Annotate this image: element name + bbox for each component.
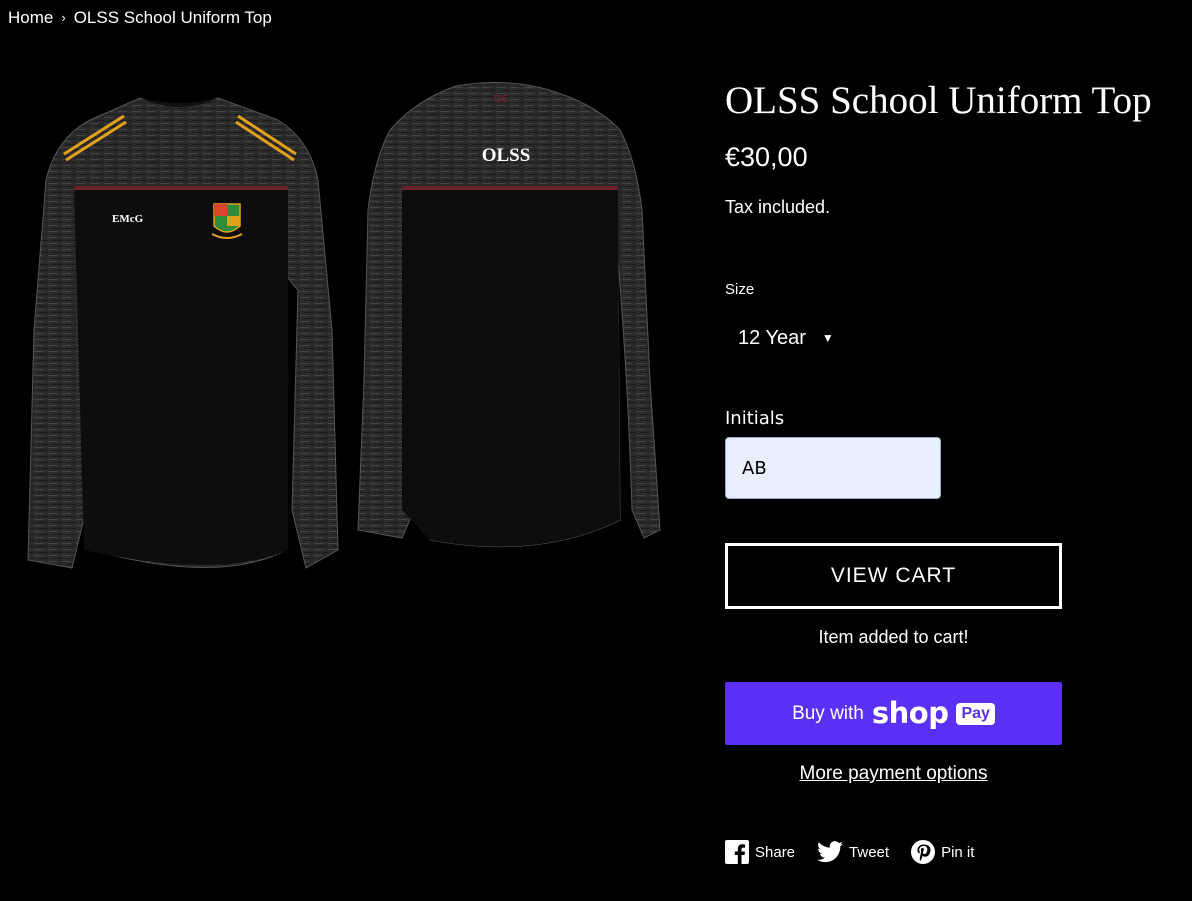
tweet-label: Tweet <box>849 843 890 861</box>
shop-pay-button[interactable]: Buy with shop Pay <box>725 682 1062 745</box>
more-payment-options-link[interactable]: More payment options <box>725 763 1062 785</box>
share-twitter-link[interactable]: Tweet <box>817 841 889 863</box>
size-selected-value: 12 Year <box>738 326 806 349</box>
dropdown-caret-icon: ▼ <box>821 331 834 345</box>
buy-with-label: Buy with <box>792 702 864 724</box>
added-to-cart-message: Item added to cart! <box>818 627 969 647</box>
back-olss-text: OLSS <box>482 145 531 166</box>
initials-input[interactable] <box>725 437 941 499</box>
product-price: €30,00 <box>725 142 808 172</box>
social-sharing: Share Tweet Pin it <box>725 840 974 864</box>
jersey-front: EMcG <box>27 97 339 569</box>
pay-badge: Pay <box>956 702 995 725</box>
jersey-back: DE OLSS <box>357 81 661 548</box>
view-cart-button[interactable]: VIEW CART <box>725 543 1062 609</box>
product-title: OLSS School Uniform Top <box>725 79 1152 122</box>
size-label: Size <box>725 281 755 298</box>
jersey-illustration: EMcG DE OLSS <box>27 81 661 569</box>
pin-pinterest-link[interactable]: Pin it <box>911 840 974 864</box>
breadcrumb-separator: › <box>61 10 66 25</box>
size-select[interactable]: 12 Year ▼ <box>726 318 866 358</box>
svg-text:DE: DE <box>494 94 508 105</box>
product-image[interactable]: EMcG DE OLSS <box>20 80 680 580</box>
product-page: Home › OLSS School Uniform Top EMcG DE O… <box>0 0 1192 901</box>
pinterest-icon <box>911 840 936 864</box>
breadcrumb-home-link[interactable]: Home <box>8 8 53 28</box>
breadcrumb-current: OLSS School Uniform Top <box>73 8 272 27</box>
facebook-icon <box>725 840 749 864</box>
front-initials-text: EMcG <box>112 213 144 225</box>
tax-note: Tax included. <box>725 197 831 217</box>
pin-label: Pin it <box>941 843 975 861</box>
twitter-icon <box>817 841 844 863</box>
initials-label: Initials <box>725 408 785 429</box>
breadcrumb: Home › OLSS School Uniform Top <box>8 8 272 28</box>
share-facebook-link[interactable]: Share <box>725 840 795 864</box>
share-label: Share <box>755 843 796 861</box>
shop-logo: shop <box>871 696 949 730</box>
